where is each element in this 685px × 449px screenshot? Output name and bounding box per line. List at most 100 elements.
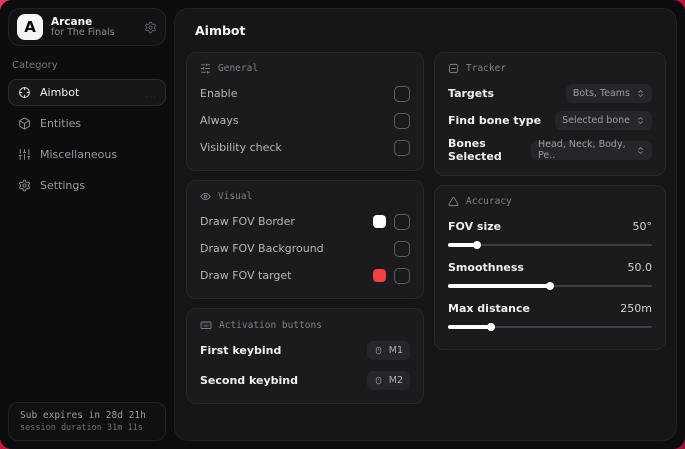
chevrons-up-down-icon <box>636 89 645 98</box>
sidebar-item-label: Entities <box>40 117 82 130</box>
sliders-icon <box>18 148 31 161</box>
first-keybind-button[interactable]: M1 <box>366 341 410 360</box>
activation-section: Activation buttons First keybind M1 Seco… <box>186 308 424 404</box>
slider-thumb[interactable] <box>486 323 495 331</box>
brand-text: Arcane for The Finals <box>51 16 136 39</box>
section-title: Tracker <box>466 63 507 74</box>
tracker-section-header: Tracker <box>448 63 652 74</box>
setting-row-fov-size: FOV size 50° <box>448 216 652 237</box>
setting-row-enable: Enable <box>200 83 410 104</box>
slider-fill <box>448 241 481 249</box>
slider-thumb[interactable] <box>472 241 481 249</box>
setting-label: Second keybind <box>200 374 298 387</box>
box-icon <box>18 117 31 130</box>
section-title: General <box>218 63 259 74</box>
sub-expiry-text: Sub expires in 28d 21h <box>20 410 146 421</box>
chevrons-up-down-icon <box>636 116 645 125</box>
general-section: General Enable Always Visibility check <box>186 52 424 171</box>
triangle-icon <box>448 196 459 207</box>
slider-fill <box>448 282 554 290</box>
sidebar-item-label: Miscellaneous <box>40 148 118 161</box>
setting-label: Find bone type <box>448 114 542 127</box>
brand-subtitle: for The Finals <box>51 26 115 38</box>
max-distance-slider[interactable] <box>448 321 652 333</box>
sliders-horizontal-icon <box>200 63 211 74</box>
sidebar: A Arcane for The Finals Category Aimbot … <box>0 0 174 449</box>
accuracy-section: Accuracy FOV size 50° Smoothness 50.0 Ma… <box>434 185 666 350</box>
sidebar-item-aimbot[interactable]: Aimbot ··· <box>8 79 166 106</box>
chevrons-up-down-icon <box>636 146 645 155</box>
smoothness-value: 50.0 <box>627 261 653 274</box>
second-keybind-button[interactable]: M2 <box>366 371 410 390</box>
category-label: Category <box>12 60 58 71</box>
fov-border-checkbox[interactable] <box>394 213 410 230</box>
setting-row-second-keybind: Second keybind M2 <box>200 370 410 391</box>
always-checkbox[interactable] <box>394 112 410 129</box>
dropdown-value: Head, Neck, Body, Pe.. <box>538 139 626 161</box>
section-title: Visual <box>218 191 253 202</box>
sidebar-nav: Aimbot ··· Entities Miscellaneous Settin… <box>8 79 166 199</box>
fov-target-checkbox[interactable] <box>394 267 410 284</box>
visual-section-header: Visual <box>200 191 410 202</box>
brand-name: Arcane <box>51 15 93 28</box>
setting-label: Enable <box>200 87 238 100</box>
setting-label: Smoothness <box>448 261 524 274</box>
slider-track <box>448 241 652 249</box>
slider-track <box>448 282 652 290</box>
visual-section: Visual Draw FOV Border Draw FOV Backgrou… <box>186 180 424 299</box>
scan-box-icon <box>448 63 459 74</box>
setting-label: First keybind <box>200 344 282 357</box>
setting-row-fov-background: Draw FOV Background <box>200 238 410 259</box>
gear-icon <box>18 179 31 192</box>
fov-size-slider[interactable] <box>448 239 652 251</box>
setting-label: Draw FOV Background <box>200 242 324 255</box>
setting-row-first-keybind: First keybind M1 <box>200 340 410 361</box>
eye-icon <box>200 191 211 202</box>
slider-thumb[interactable] <box>546 282 554 290</box>
sidebar-item-settings[interactable]: Settings <box>8 172 166 199</box>
mouse-icon <box>374 346 383 355</box>
keybind-value: M1 <box>388 345 403 356</box>
setting-row-find-bone-type: Find bone type Selected bone <box>448 110 652 131</box>
setting-row-bones-selected: Bones Selected Head, Neck, Body, Pe.. <box>448 137 652 163</box>
setting-label: Draw FOV target <box>200 269 292 282</box>
color-swatch-red[interactable] <box>373 269 386 282</box>
sidebar-item-entities[interactable]: Entities <box>8 110 166 137</box>
activation-section-header: Activation buttons <box>200 319 410 331</box>
fov-background-checkbox[interactable] <box>394 240 410 257</box>
setting-label: Targets <box>448 87 495 100</box>
bones-selected-dropdown[interactable]: Head, Neck, Body, Pe.. <box>531 139 652 161</box>
brand-card: A Arcane for The Finals <box>8 8 166 46</box>
smoothness-slider[interactable] <box>448 280 652 292</box>
session-duration-text: session duration 31m 11s <box>20 423 143 433</box>
setting-row-fov-border: Draw FOV Border <box>200 211 410 232</box>
sidebar-item-label: Settings <box>40 179 86 192</box>
visibility-check-checkbox[interactable] <box>394 139 410 156</box>
setting-row-always: Always <box>200 110 410 131</box>
setting-row-max-distance: Max distance 250m <box>448 298 652 319</box>
sidebar-item-label: Aimbot <box>40 86 80 99</box>
setting-label: Visibility check <box>200 141 282 154</box>
subscription-info-card: Sub expires in 28d 21h session duration … <box>8 402 166 441</box>
max-distance-value: 250m <box>620 302 652 315</box>
app-window: A Arcane for The Finals Category Aimbot … <box>0 0 685 449</box>
enable-checkbox[interactable] <box>394 85 410 102</box>
mouse-icon <box>374 376 383 385</box>
find-bone-type-dropdown[interactable]: Selected bone <box>555 111 652 130</box>
sidebar-item-miscellaneous[interactable]: Miscellaneous <box>8 141 166 168</box>
setting-label: Always <box>200 114 239 127</box>
setting-label: Draw FOV Border <box>200 215 295 228</box>
gear-icon[interactable] <box>144 21 157 34</box>
section-title: Activation buttons <box>219 319 322 331</box>
keybind-value: M2 <box>388 375 403 386</box>
setting-row-fov-target: Draw FOV target <box>200 265 410 286</box>
section-title: Accuracy <box>466 196 512 207</box>
tracker-section: Tracker Targets Bots, Teams Find bone ty… <box>434 52 666 176</box>
dropdown-value: Selected bone <box>562 115 630 126</box>
color-swatch-white[interactable] <box>373 215 386 228</box>
crosshair-icon <box>18 86 31 99</box>
setting-label: Bones Selected <box>448 137 502 163</box>
fov-size-value: 50° <box>632 220 653 233</box>
page-title: Aimbot <box>195 23 246 38</box>
targets-dropdown[interactable]: Bots, Teams <box>565 84 652 103</box>
